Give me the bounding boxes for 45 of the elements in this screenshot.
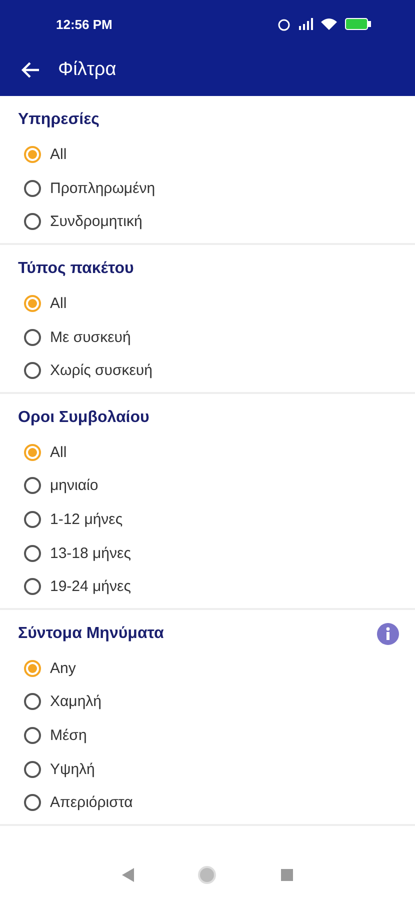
radio-button[interactable] <box>24 213 41 230</box>
radio-button[interactable] <box>24 693 41 710</box>
option-label[interactable]: Προπληρωμένη <box>50 180 156 197</box>
radio-button[interactable] <box>24 295 41 312</box>
option-label[interactable]: 13-18 μήνες <box>50 544 131 562</box>
section-title: Οροι Συμβολαίου <box>18 408 150 427</box>
screen-title: Φίλτρα <box>58 59 116 81</box>
radio-button[interactable] <box>24 794 41 812</box>
option-label[interactable]: μηνιαίο <box>50 477 98 494</box>
option-label[interactable]: All <box>50 146 67 164</box>
back-arrow-icon[interactable] <box>20 61 40 79</box>
option-label[interactable]: Απεριόριστα <box>50 794 133 812</box>
radio-button[interactable] <box>24 477 41 494</box>
radio-button[interactable] <box>24 511 41 528</box>
wifi-icon <box>321 18 337 30</box>
option-label[interactable]: 19-24 μήνες <box>50 578 131 596</box>
option-label[interactable]: 1-12 μήνες <box>50 511 123 528</box>
radio-button[interactable] <box>24 544 41 562</box>
radio-button[interactable] <box>24 760 41 778</box>
radio-button[interactable] <box>24 146 41 164</box>
section-title: Υπηρεσίες <box>18 111 100 129</box>
radio-button[interactable] <box>24 727 41 744</box>
radio-button[interactable] <box>24 362 41 380</box>
option-label[interactable]: Χαμηλή <box>50 693 102 710</box>
battery-icon <box>345 18 371 30</box>
section-title: Τύπος πακέτου <box>18 260 134 278</box>
option-label[interactable]: Any <box>50 660 76 677</box>
radio-button[interactable] <box>24 180 41 197</box>
radio-button[interactable] <box>24 660 41 677</box>
option-label[interactable]: All <box>50 444 67 461</box>
info-icon[interactable] <box>377 622 399 645</box>
option-label[interactable]: Συνδρομητική <box>50 213 142 230</box>
status-time: 12:56 PM <box>56 16 112 32</box>
back-nav-icon[interactable] <box>122 868 134 882</box>
option-label[interactable]: All <box>50 295 67 312</box>
radio-button[interactable] <box>24 578 41 596</box>
radio-button[interactable] <box>24 444 41 461</box>
option-label[interactable]: Με συσκευή <box>50 328 131 346</box>
option-label[interactable]: Μέση <box>50 727 87 744</box>
radio-button[interactable] <box>24 328 41 346</box>
section-title: Σύντομα Μηνύματα <box>18 624 164 643</box>
signal-icon <box>299 18 313 30</box>
option-label[interactable]: Υψηλή <box>50 760 95 778</box>
option-label[interactable]: Χωρίς συσκευή <box>50 362 152 380</box>
recents-nav-icon[interactable] <box>280 869 293 881</box>
